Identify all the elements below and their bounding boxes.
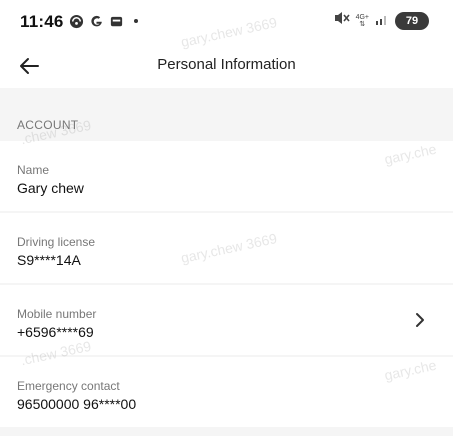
status-left-icons [68, 13, 138, 29]
status-time: 11:46 [20, 12, 64, 31]
app-header: Personal Information [0, 44, 453, 88]
network-icon: 4G+ ⇅ [355, 13, 369, 28]
signal-icon [375, 12, 389, 30]
chevron-right-icon[interactable] [413, 309, 427, 331]
name-row: Name Gary chew [0, 141, 453, 211]
mute-icon [334, 11, 350, 30]
google-icon [88, 13, 104, 29]
network-label: 4G+ [355, 13, 369, 21]
emergency-contact-label: Emergency contact [17, 379, 120, 393]
bottom-fill [0, 429, 453, 436]
page-title: Personal Information [157, 56, 296, 73]
emergency-contact-row: Emergency contact 96500000 96****00 [0, 357, 453, 427]
notification-dot-icon [134, 19, 138, 23]
driving-license-label: Driving license [17, 235, 96, 249]
emergency-contact-value: 96500000 96****00 [17, 396, 137, 412]
name-label: Name [17, 163, 50, 177]
section-header-account: ACCOUNT [17, 118, 79, 132]
mobile-number-label: Mobile number [17, 307, 97, 321]
mobile-number-row[interactable]: Mobile number +6596****69 [0, 285, 453, 355]
driving-license-value: S9****14A [17, 252, 81, 268]
status-right-icons: 4G+ ⇅ 79 [334, 11, 429, 30]
name-value: Gary chew [17, 180, 84, 196]
driving-license-row: Driving license S9****14A [0, 213, 453, 283]
vpn-icon [68, 13, 84, 29]
status-bar: 11:46 4G+ ⇅ 79 [0, 0, 453, 44]
wallet-icon [108, 13, 124, 29]
battery-indicator: 79 [395, 11, 429, 30]
mobile-number-value: +6596****69 [17, 324, 94, 340]
